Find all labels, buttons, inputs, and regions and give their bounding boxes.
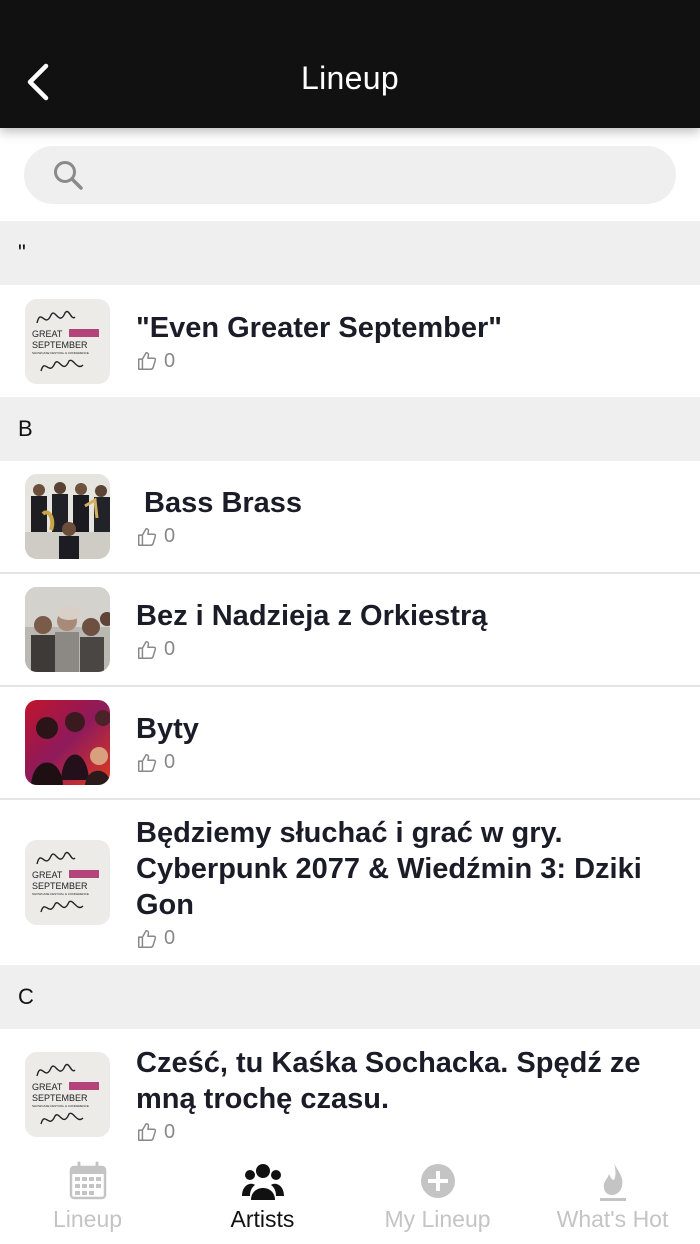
- artist-thumbnail: [25, 474, 110, 559]
- thumbs-up-icon: [138, 1123, 157, 1141]
- like-count[interactable]: 0: [136, 638, 487, 661]
- svg-text:GREAT: GREAT: [32, 329, 63, 339]
- artist-thumbnail: [25, 700, 110, 785]
- tab-label: Artists: [230, 1206, 295, 1232]
- artist-row[interactable]: GREAT SEPTEMBER SHOWCASE FESTIVAL & CONF…: [0, 1029, 700, 1159]
- section-header: ": [0, 221, 700, 285]
- calendar-icon: [69, 1161, 106, 1200]
- like-count-value: 0: [164, 638, 176, 660]
- tab-lineup[interactable]: Lineup: [0, 1148, 175, 1244]
- tab-label: What's Hot: [556, 1206, 669, 1232]
- like-count[interactable]: 0: [136, 350, 502, 373]
- artist-row[interactable]: Bez i Nadzieja z Orkiestrą 0: [0, 574, 700, 687]
- section-header: B: [0, 397, 700, 461]
- svg-text:SEPTEMBER: SEPTEMBER: [32, 340, 88, 350]
- artist-name: Będziemy słuchać i grać w gry. Cyberpunk…: [136, 817, 642, 921]
- search-input[interactable]: [100, 146, 660, 204]
- svg-text:SHOWCASE FESTIVAL & CONFERENCE: SHOWCASE FESTIVAL & CONFERENCE: [32, 1104, 89, 1108]
- artist-row[interactable]: Byty 0: [0, 687, 700, 800]
- svg-text:GREAT: GREAT: [32, 1082, 63, 1092]
- like-count-value: 0: [164, 349, 176, 372]
- artist-name: "Even Greater September": [136, 311, 502, 344]
- search-bar[interactable]: [24, 146, 676, 204]
- thumbs-up-icon: [138, 640, 157, 659]
- artist-name: Byty: [136, 713, 199, 745]
- artist-name: Cześć, tu Kaśka Sochacka. Spędź ze mną t…: [136, 1046, 641, 1115]
- bottom-tab-bar: Lineup Artists My Lineup What's Hot: [0, 1148, 700, 1244]
- tab-my-lineup[interactable]: My Lineup: [350, 1148, 525, 1244]
- flame-icon: [599, 1163, 626, 1201]
- tab-label: My Lineup: [384, 1206, 491, 1232]
- like-count[interactable]: 0: [136, 751, 199, 774]
- tab-label: Lineup: [52, 1206, 123, 1232]
- page-title: Lineup: [301, 60, 399, 96]
- like-count[interactable]: 0: [136, 927, 660, 950]
- thumbs-up-icon: [138, 929, 157, 948]
- artist-list: " GREAT SEPTEMBER SHOWCASE FESTIVAL & CO…: [0, 221, 700, 1159]
- artist-thumbnail: GREAT SEPTEMBER SHOWCASE FESTIVAL & CONF…: [25, 840, 110, 925]
- plus-circle-icon: [420, 1164, 455, 1198]
- thumbs-up-icon: [138, 352, 157, 370]
- artist-thumbnail: GREAT SEPTEMBER SHOWCASE FESTIVAL & CONF…: [25, 1051, 110, 1137]
- like-count-value: 0: [164, 1120, 176, 1143]
- svg-text:SEPTEMBER: SEPTEMBER: [32, 881, 88, 891]
- tab-artists[interactable]: Artists: [175, 1148, 350, 1244]
- like-count-value: 0: [164, 525, 176, 547]
- like-count-value: 0: [164, 927, 176, 949]
- like-count-value: 0: [164, 751, 176, 773]
- artist-name: Bez i Nadzieja z Orkiestrą: [136, 600, 488, 632]
- artist-row[interactable]: Bass Brass 0: [0, 461, 700, 574]
- artist-thumbnail: [25, 587, 110, 672]
- artist-row[interactable]: GREAT SEPTEMBER SHOWCASE FESTIVAL & CONF…: [0, 800, 700, 965]
- section-header: C: [0, 965, 700, 1029]
- tab-whats-hot[interactable]: What's Hot: [525, 1148, 700, 1244]
- thumbs-up-icon: [138, 527, 157, 546]
- app-header: Lineup: [0, 0, 700, 128]
- svg-text:GREAT: GREAT: [32, 870, 63, 880]
- svg-text:SEPTEMBER: SEPTEMBER: [32, 1093, 88, 1103]
- like-count[interactable]: 0: [136, 1121, 660, 1144]
- thumbs-up-icon: [138, 753, 157, 772]
- svg-text:SHOWCASE FESTIVAL & CONFERENCE: SHOWCASE FESTIVAL & CONFERENCE: [32, 892, 89, 896]
- artist-thumbnail: GREAT SEPTEMBER SHOWCASE FESTIVAL & CONF…: [25, 298, 110, 384]
- search-icon: [52, 159, 84, 191]
- artist-row[interactable]: GREAT SEPTEMBER SHOWCASE FESTIVAL & CONF…: [0, 285, 700, 397]
- like-count[interactable]: 0: [136, 525, 302, 548]
- artist-name: Bass Brass: [136, 487, 303, 519]
- people-icon: [241, 1164, 284, 1200]
- svg-text:SHOWCASE FESTIVAL & CONFERENCE: SHOWCASE FESTIVAL & CONFERENCE: [32, 351, 89, 355]
